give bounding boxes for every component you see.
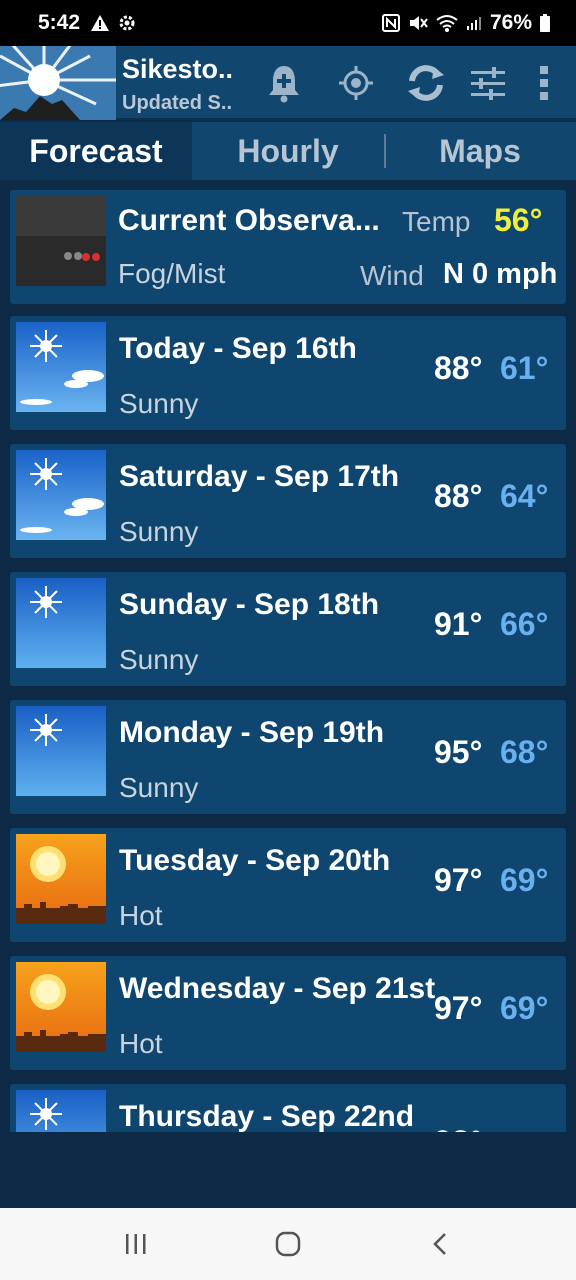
battery-icon bbox=[540, 14, 550, 32]
sunny-icon bbox=[16, 706, 106, 796]
forecast-day: Wednesday - Sep 21st bbox=[119, 972, 436, 1005]
hot-icon bbox=[16, 962, 106, 1052]
sunny-icon bbox=[16, 1090, 106, 1132]
forecast-card[interactable]: Today - Sep 16th Sunny 88° 61° bbox=[10, 316, 566, 430]
tab-divider bbox=[384, 134, 386, 168]
forecast-card[interactable]: Wednesday - Sep 21st Hot 97° 69° bbox=[10, 956, 566, 1070]
current-observation-card[interactable]: Current Observa... Fog/Mist Temp 56° Win… bbox=[10, 190, 566, 304]
list-footer-space bbox=[0, 1132, 576, 1208]
observation-condition: Fog/Mist bbox=[118, 258, 226, 289]
sunny-clouds-icon bbox=[16, 322, 106, 412]
signal-icon bbox=[466, 17, 481, 30]
add-alert-icon bbox=[269, 66, 299, 103]
forecast-day: Tuesday - Sep 20th bbox=[119, 844, 391, 877]
home-icon bbox=[275, 1231, 301, 1257]
forecast-day: Today - Sep 16th bbox=[119, 332, 357, 365]
high-temp: 95° bbox=[434, 734, 483, 770]
add-alert-button[interactable] bbox=[256, 56, 312, 110]
forecast-card[interactable]: Thursday - Sep 22nd 98° bbox=[10, 1084, 566, 1132]
forecast-condition: Sunny bbox=[119, 516, 199, 547]
location-icon bbox=[339, 66, 373, 100]
forecast-card[interactable]: Sunday - Sep 18th Sunny 91° 66° bbox=[10, 572, 566, 686]
forecast-day: Thursday - Sep 22nd bbox=[119, 1100, 415, 1132]
tab-hourly-label: Hourly bbox=[237, 132, 339, 169]
location-button[interactable] bbox=[328, 56, 384, 110]
forecast-day: Monday - Sep 19th bbox=[119, 716, 385, 749]
refresh-icon bbox=[408, 65, 444, 101]
app-logo bbox=[0, 46, 116, 120]
wind-label: Wind bbox=[360, 260, 424, 291]
tab-maps-label: Maps bbox=[439, 132, 521, 169]
tab-bar: Forecast Hourly Maps bbox=[0, 122, 576, 180]
high-temp: 91° bbox=[434, 606, 483, 642]
forecast-card[interactable]: Saturday - Sep 17th Sunny 88° 64° bbox=[10, 444, 566, 558]
low-temp: 61° bbox=[500, 350, 549, 386]
forecast-list[interactable]: Current Observa... Fog/Mist Temp 56° Win… bbox=[0, 182, 576, 1132]
low-temp: 64° bbox=[500, 478, 549, 514]
system-nav-bar bbox=[0, 1208, 576, 1280]
more-vert-icon bbox=[540, 66, 548, 100]
forecast-day: Sunday - Sep 18th bbox=[119, 588, 380, 621]
battery-percent: 76% bbox=[489, 11, 532, 34]
sunny-clouds-icon bbox=[16, 450, 106, 540]
recent-apps-button[interactable] bbox=[106, 1214, 166, 1274]
forecast-day: Saturday - Sep 17th bbox=[119, 460, 400, 493]
current-temp: 56° bbox=[494, 202, 543, 238]
high-temp: 88° bbox=[434, 350, 483, 386]
home-button[interactable] bbox=[258, 1214, 318, 1274]
wifi-icon bbox=[436, 15, 458, 32]
high-temp: 98° bbox=[434, 1124, 482, 1132]
refresh-button[interactable] bbox=[398, 56, 454, 110]
forecast-card[interactable]: Tuesday - Sep 20th Hot 97° 69° bbox=[10, 828, 566, 942]
nfc-icon bbox=[381, 14, 400, 32]
forecast-card[interactable]: Monday - Sep 19th Sunny 95° 68° bbox=[10, 700, 566, 814]
low-temp: 69° bbox=[500, 990, 549, 1026]
tab-maps[interactable]: Maps bbox=[384, 122, 576, 180]
forecast-condition: Sunny bbox=[119, 644, 199, 675]
settings-sliders-icon bbox=[471, 67, 505, 100]
city-name[interactable]: Sikesto.. bbox=[122, 54, 233, 85]
high-temp: 97° bbox=[434, 990, 483, 1026]
low-temp: 69° bbox=[500, 862, 549, 898]
back-icon bbox=[433, 1233, 446, 1255]
observation-title: Current Observa... bbox=[118, 204, 380, 237]
recent-apps-icon bbox=[126, 1234, 146, 1254]
low-temp: 66° bbox=[500, 606, 549, 642]
hot-icon bbox=[16, 834, 106, 924]
tab-forecast[interactable]: Forecast bbox=[0, 122, 192, 180]
temp-label: Temp bbox=[402, 206, 471, 237]
high-temp: 88° bbox=[434, 478, 483, 514]
warning-icon bbox=[91, 15, 110, 31]
forecast-condition: Hot bbox=[119, 1028, 163, 1059]
more-options-button[interactable] bbox=[516, 56, 572, 110]
sunny-icon bbox=[16, 578, 106, 668]
settings-button[interactable] bbox=[460, 56, 516, 110]
settings-gear-icon bbox=[119, 15, 135, 31]
forecast-condition: Sunny bbox=[119, 388, 199, 419]
mute-icon bbox=[409, 16, 428, 30]
fog-icon bbox=[16, 196, 106, 286]
back-button[interactable] bbox=[410, 1214, 470, 1274]
status-bar: 5:42 76% bbox=[0, 0, 576, 46]
tab-hourly[interactable]: Hourly bbox=[192, 122, 384, 180]
forecast-condition: Hot bbox=[119, 900, 163, 931]
wind-value: N 0 mph bbox=[443, 258, 558, 290]
forecast-condition: Sunny bbox=[119, 772, 199, 803]
updated-time: Updated S.. bbox=[122, 92, 233, 114]
high-temp: 97° bbox=[434, 862, 483, 898]
app-toolbar: Sikesto.. Updated S.. bbox=[0, 46, 576, 120]
low-temp: 68° bbox=[500, 734, 549, 770]
status-time: 5:42 bbox=[38, 11, 81, 34]
tab-forecast-label: Forecast bbox=[29, 132, 163, 169]
